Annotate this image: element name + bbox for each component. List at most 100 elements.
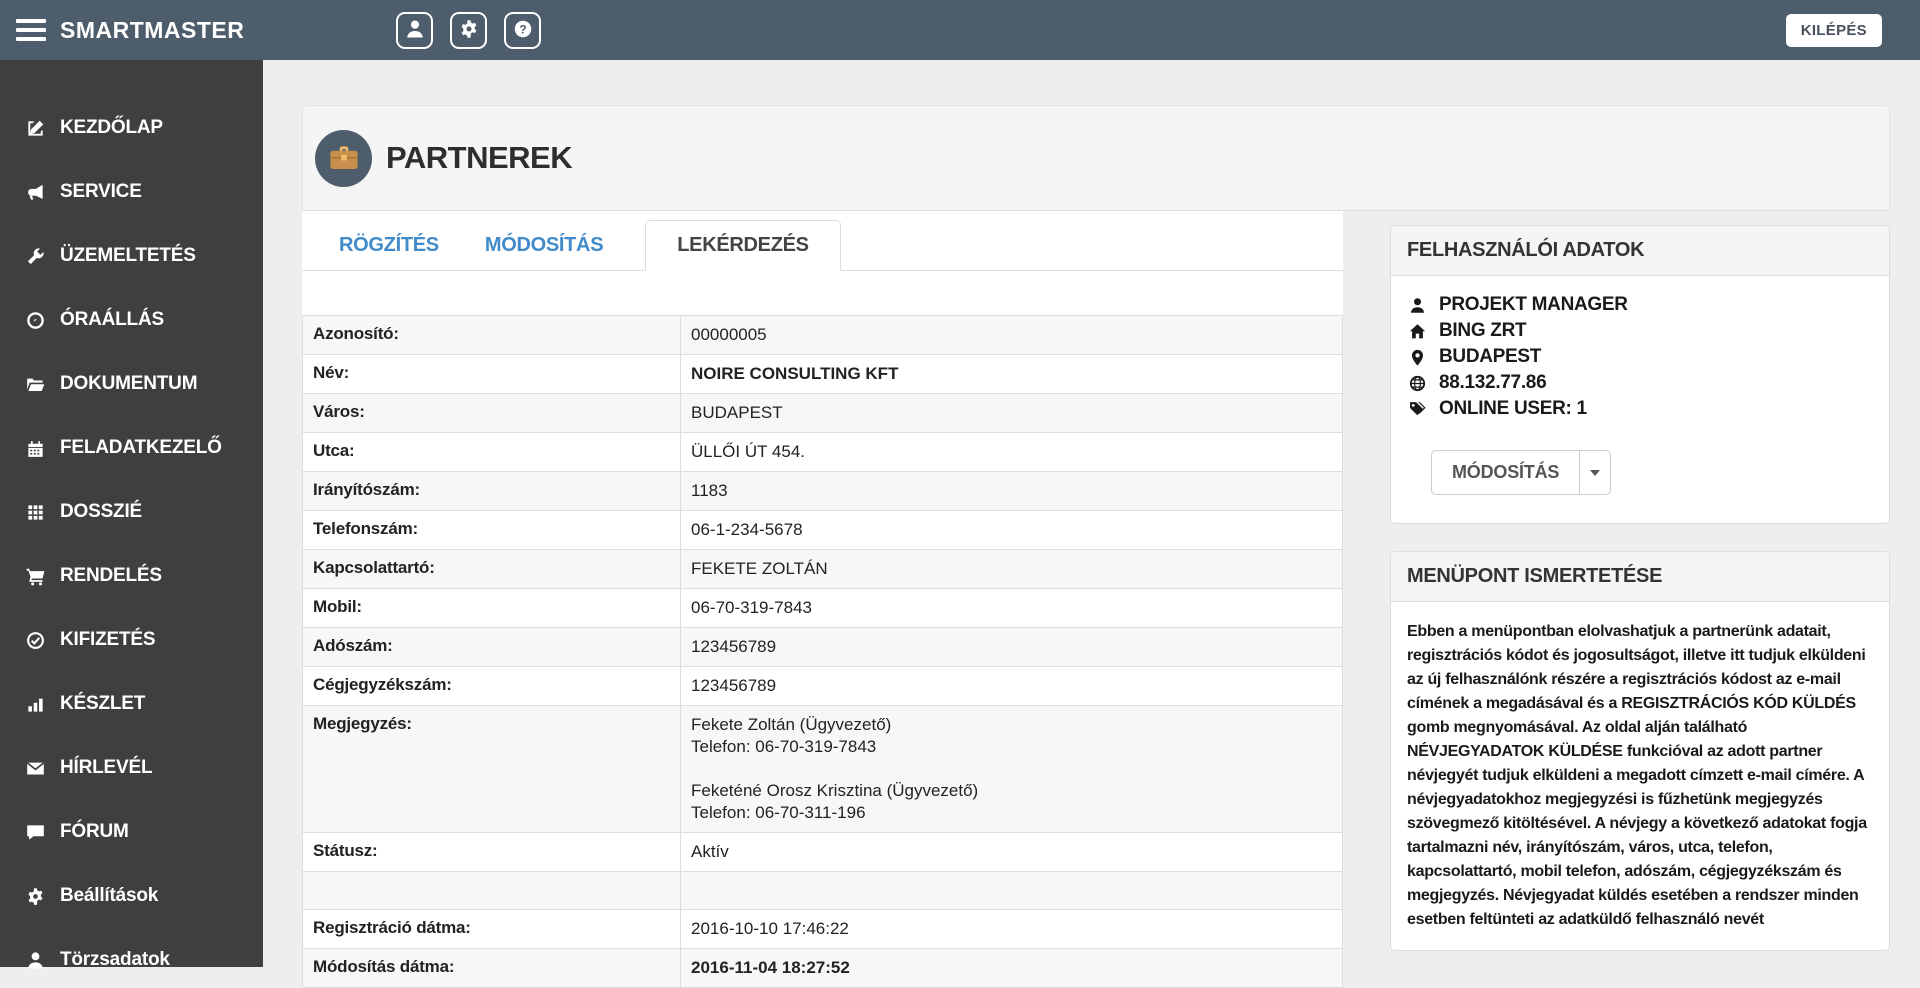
- question-icon: ?: [513, 19, 533, 42]
- table-row: Azonosító: 00000005: [302, 315, 1343, 355]
- table-row: Kapcsolattartó: FEKETE ZOLTÁN: [302, 549, 1343, 589]
- user-ip: 88.132.77.86: [1439, 372, 1547, 393]
- field-value: 06-70-319-7843: [680, 588, 1343, 628]
- field-label: Kapcsolattartó:: [302, 549, 681, 589]
- list-item: 88.132.77.86: [1407, 372, 1873, 394]
- settings-button[interactable]: [450, 11, 488, 49]
- table-row: Irányítószám: 1183: [302, 471, 1343, 511]
- table-row: Megjegyzés: Fekete Zoltán (Ügyvezető) Te…: [302, 705, 1343, 833]
- list-item: PROJEKT MANAGER: [1407, 294, 1873, 316]
- sidebar-item-feladatkezelo[interactable]: FELADATKEZELŐ: [0, 416, 263, 480]
- right-column: FELHASZNÁLÓI ADATOK PROJEKT MANAGER BING…: [1390, 225, 1890, 978]
- tab-rogzites[interactable]: RÖGZÍTÉS: [317, 220, 461, 271]
- sidebar-item-kifizetes[interactable]: KIFIZETÉS: [0, 608, 263, 672]
- field-value: 123456789: [680, 666, 1343, 706]
- field-value: 123456789: [680, 627, 1343, 667]
- briefcase-icon: [315, 129, 372, 187]
- main-content: PARTNEREK RÖGZÍTÉS MÓDOSÍTÁS LEKÉRDEZÉS …: [263, 60, 1920, 988]
- check-circle-icon: [24, 630, 46, 650]
- sidebar-item-rendeles[interactable]: RENDELÉS: [0, 544, 263, 608]
- modify-button[interactable]: MÓDOSÍTÁS: [1431, 450, 1581, 495]
- field-value: Aktív: [680, 832, 1343, 872]
- menu-description-text: Ebben a menüpontban elolvashatjuk a part…: [1407, 623, 1867, 928]
- field-label: Név:: [302, 354, 681, 394]
- sidebar-item-dokumentum[interactable]: DOKUMENTUM: [0, 352, 263, 416]
- bar-chart-icon: [24, 694, 46, 714]
- tab-modositas[interactable]: MÓDOSÍTÁS: [463, 220, 625, 271]
- page-title: PARTNEREK: [386, 140, 573, 175]
- sidebar-item-label: ÜZEMELTETÉS: [60, 245, 196, 266]
- sidebar-item-label: Beállítások: [60, 885, 159, 906]
- list-item: BING ZRT: [1407, 320, 1873, 342]
- field-value: 1183: [680, 471, 1343, 511]
- table-row: Módosítás dátma: 2016-11-04 18:27:52: [302, 948, 1343, 988]
- cart-icon: [24, 566, 46, 586]
- field-label: Utca:: [302, 432, 681, 472]
- table-row: Cégjegyzékszám: 123456789: [302, 666, 1343, 706]
- gear-icon: [459, 19, 479, 42]
- sidebar-item-label: KÉSZLET: [60, 693, 146, 714]
- field-value: ÜLLŐI ÚT 454.: [680, 432, 1343, 472]
- edit-icon: [24, 118, 46, 138]
- field-label: Telefonszám:: [302, 510, 681, 550]
- field-label: Azonosító:: [302, 315, 681, 355]
- field-label: Mobil:: [302, 588, 681, 628]
- bullhorn-icon: [24, 182, 46, 202]
- user-company: BING ZRT: [1439, 320, 1527, 341]
- menu-icon[interactable]: [16, 19, 46, 41]
- chevron-down-icon: [1590, 469, 1601, 476]
- table-row: Város: BUDAPEST: [302, 393, 1343, 433]
- list-item: BUDAPEST: [1407, 346, 1873, 368]
- table-row: Mobil: 06-70-319-7843: [302, 588, 1343, 628]
- field-label: Város:: [302, 393, 681, 433]
- table-row: Adószám: 123456789: [302, 627, 1343, 667]
- user-profile-button[interactable]: [396, 11, 434, 49]
- sidebar-item-label: DOSSZIÉ: [60, 501, 143, 522]
- field-value: FEKETE ZOLTÁN: [680, 549, 1343, 589]
- sidebar-item-dosszie[interactable]: DOSSZIÉ: [0, 480, 263, 544]
- table-row: Telefonszám: 06-1-234-5678: [302, 510, 1343, 550]
- sidebar-item-label: SERVICE: [60, 181, 142, 202]
- home-icon: [1407, 322, 1427, 340]
- user-icon: [1407, 296, 1427, 314]
- sidebar-item-label: RENDELÉS: [60, 565, 162, 586]
- topbar-icons: ?: [396, 11, 542, 49]
- help-button[interactable]: ?: [504, 11, 542, 49]
- modify-dropdown-button[interactable]: [1580, 450, 1612, 495]
- wrench-icon: [24, 246, 46, 266]
- online-user-count: ONLINE USER: 1: [1439, 398, 1587, 419]
- partner-detail-card: RÖGZÍTÉS MÓDOSÍTÁS LEKÉRDEZÉS Azonosító:…: [302, 211, 1343, 988]
- logout-button[interactable]: KILÉPÉS: [1785, 13, 1882, 47]
- envelope-icon: [24, 758, 46, 778]
- sidebar-item-forum[interactable]: FÓRUM: [0, 800, 263, 864]
- field-label: [302, 871, 681, 910]
- field-label: Megjegyzés:: [302, 705, 681, 833]
- sidebar-item-hirlevel[interactable]: HÍRLEVÉL: [0, 736, 263, 800]
- sidebar-item-keszlet[interactable]: KÉSZLET: [0, 672, 263, 736]
- field-value: 2016-11-04 18:27:52: [680, 948, 1343, 988]
- svg-text:?: ?: [519, 22, 526, 36]
- field-value: 06-1-234-5678: [680, 510, 1343, 550]
- topbar: SMARTMASTER ? KILÉPÉS: [0, 0, 1920, 60]
- sidebar-item-kezdolap[interactable]: KEZDŐLAP: [0, 96, 263, 160]
- sidebar-item-label: KEZDŐLAP: [60, 117, 163, 138]
- folder-open-icon: [24, 374, 46, 394]
- globe-icon: [1407, 374, 1427, 392]
- user-data-panel: FELHASZNÁLÓI ADATOK PROJEKT MANAGER BING…: [1390, 225, 1890, 524]
- user-icon: [405, 19, 425, 42]
- sidebar: KEZDŐLAP SERVICE ÜZEMELTETÉS ÓRAÁLLÁS DO…: [0, 60, 263, 970]
- table-row: Utca: ÜLLŐI ÚT 454.: [302, 432, 1343, 472]
- field-value: [680, 871, 1343, 910]
- user-info-list: PROJEKT MANAGER BING ZRT BUDAPEST 88.132…: [1407, 294, 1873, 420]
- tab-lekerdezes[interactable]: LEKÉRDEZÉS: [645, 220, 841, 271]
- field-value: BUDAPEST: [680, 393, 1343, 433]
- sidebar-item-service[interactable]: SERVICE: [0, 160, 263, 224]
- table-row: Név: NOIRE CONSULTING KFT: [302, 354, 1343, 394]
- gear-icon: [24, 886, 46, 906]
- sidebar-item-uzemeltetes[interactable]: ÜZEMELTETÉS: [0, 224, 263, 288]
- user-data-panel-title: FELHASZNÁLÓI ADATOK: [1391, 226, 1889, 276]
- sidebar-item-beallitasok[interactable]: Beállítások: [0, 864, 263, 928]
- sidebar-item-oraallas[interactable]: ÓRAÁLLÁS: [0, 288, 263, 352]
- field-label: Cégjegyzékszám:: [302, 666, 681, 706]
- grid-icon: [24, 502, 46, 522]
